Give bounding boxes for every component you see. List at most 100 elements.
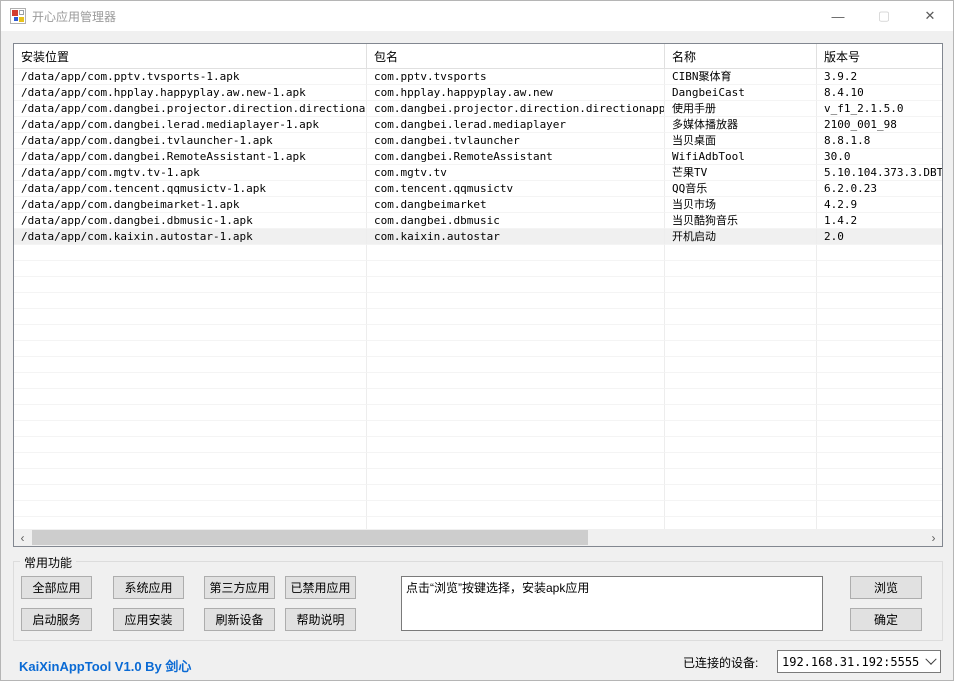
table-cell-version: [817, 389, 942, 405]
table-cell-path: /data/app/com.dangbei.lerad.mediaplayer-…: [14, 117, 367, 133]
app-table: 安装位置 包名 名称 版本号 /data/app/com.pptv.tvspor…: [13, 43, 943, 547]
titlebar: 开心应用管理器 — ▢ ✕: [1, 1, 953, 31]
scrollbar-thumb[interactable]: [32, 530, 588, 545]
table-row[interactable]: [14, 453, 942, 469]
table-cell-package: com.dangbei.projector.direction.directio…: [367, 101, 665, 117]
table-cell-version: 8.8.1.8: [817, 133, 942, 149]
table-row[interactable]: /data/app/com.pptv.tvsports-1.apkcom.ppt…: [14, 69, 942, 85]
ok-button[interactable]: 确定: [850, 608, 922, 631]
table-row[interactable]: [14, 261, 942, 277]
table-row[interactable]: [14, 357, 942, 373]
table-row[interactable]: [14, 277, 942, 293]
table-cell-path: [14, 261, 367, 277]
table-row[interactable]: /data/app/com.kaixin.autostar-1.apkcom.k…: [14, 229, 942, 245]
table-row[interactable]: [14, 501, 942, 517]
table-row[interactable]: /data/app/com.dangbeimarket-1.apkcom.dan…: [14, 197, 942, 213]
table-cell-name: [665, 405, 817, 421]
table-cell-path: [14, 485, 367, 501]
table-cell-path: [14, 309, 367, 325]
table-cell-name: 当贝酷狗音乐: [665, 213, 817, 229]
table-cell-package: [367, 293, 665, 309]
table-cell-package: [367, 325, 665, 341]
table-cell-version: [817, 373, 942, 389]
table-cell-version: [817, 437, 942, 453]
refresh-device-button[interactable]: 刷新设备: [204, 608, 275, 631]
table-row[interactable]: [14, 469, 942, 485]
table-row[interactable]: [14, 341, 942, 357]
table-cell-package: com.kaixin.autostar: [367, 229, 665, 245]
minimize-icon[interactable]: —: [815, 1, 861, 31]
device-address: 192.168.31.192:5555: [778, 655, 922, 669]
table-cell-name: [665, 245, 817, 261]
table-cell-name: [665, 277, 817, 293]
table-row[interactable]: /data/app/com.mgtv.tv-1.apkcom.mgtv.tv芒果…: [14, 165, 942, 181]
table-cell-path: [14, 357, 367, 373]
table-cell-path: [14, 501, 367, 517]
help-button[interactable]: 帮助说明: [285, 608, 356, 631]
disabled-apps-button[interactable]: 已禁用应用: [285, 576, 356, 599]
table-row[interactable]: [14, 485, 942, 501]
table-cell-version: [817, 453, 942, 469]
table-cell-path: /data/app/com.pptv.tvsports-1.apk: [14, 69, 367, 85]
table-row[interactable]: [14, 373, 942, 389]
table-cell-package: [367, 261, 665, 277]
scroll-right-icon[interactable]: ›: [925, 529, 942, 546]
start-service-button[interactable]: 启动服务: [21, 608, 92, 631]
table-cell-path: /data/app/com.mgtv.tv-1.apk: [14, 165, 367, 181]
table-cell-version: 30.0: [817, 149, 942, 165]
table-cell-path: [14, 277, 367, 293]
horizontal-scrollbar[interactable]: ‹ ›: [14, 529, 942, 546]
table-cell-name: [665, 341, 817, 357]
column-header-package[interactable]: 包名: [367, 44, 665, 69]
table-row[interactable]: [14, 309, 942, 325]
table-row[interactable]: [14, 325, 942, 341]
install-app-button[interactable]: 应用安装: [113, 608, 184, 631]
table-cell-name: [665, 325, 817, 341]
table-cell-name: 使用手册: [665, 101, 817, 117]
column-header-version[interactable]: 版本号: [817, 44, 942, 69]
close-icon[interactable]: ✕: [907, 1, 953, 31]
table-body: /data/app/com.pptv.tvsports-1.apkcom.ppt…: [14, 69, 942, 530]
scroll-left-icon[interactable]: ‹: [14, 529, 31, 546]
table-row[interactable]: /data/app/com.hpplay.happyplay.aw.new-1.…: [14, 85, 942, 101]
column-header-install-path[interactable]: 安装位置: [14, 44, 367, 69]
table-cell-version: [817, 405, 942, 421]
table-cell-package: com.dangbei.dbmusic: [367, 213, 665, 229]
table-cell-version: [817, 357, 942, 373]
table-cell-path: /data/app/com.dangbeimarket-1.apk: [14, 197, 367, 213]
table-cell-package: [367, 245, 665, 261]
table-row[interactable]: /data/app/com.dangbei.projector.directio…: [14, 101, 942, 117]
third-party-apps-button[interactable]: 第三方应用: [204, 576, 275, 599]
table-row[interactable]: /data/app/com.tencent.qqmusictv-1.apkcom…: [14, 181, 942, 197]
table-row[interactable]: /data/app/com.dangbei.RemoteAssistant-1.…: [14, 149, 942, 165]
table-row[interactable]: [14, 437, 942, 453]
table-row[interactable]: [14, 293, 942, 309]
table-cell-package: com.dangbei.RemoteAssistant: [367, 149, 665, 165]
table-row[interactable]: [14, 389, 942, 405]
table-cell-name: [665, 437, 817, 453]
table-cell-name: 当贝桌面: [665, 133, 817, 149]
browse-button[interactable]: 浏览: [850, 576, 922, 599]
all-apps-button[interactable]: 全部应用: [21, 576, 92, 599]
table-cell-version: [817, 421, 942, 437]
scrollbar-track[interactable]: [31, 529, 925, 546]
table-cell-version: [817, 485, 942, 501]
table-cell-path: [14, 245, 367, 261]
table-row[interactable]: /data/app/com.dangbei.tvlauncher-1.apkco…: [14, 133, 942, 149]
chevron-down-icon[interactable]: [922, 658, 940, 666]
table-row[interactable]: /data/app/com.dangbei.lerad.mediaplayer-…: [14, 117, 942, 133]
table-cell-version: [817, 261, 942, 277]
system-apps-button[interactable]: 系统应用: [113, 576, 184, 599]
table-cell-name: [665, 261, 817, 277]
device-combobox[interactable]: 192.168.31.192:5555: [777, 650, 941, 673]
maximize-icon[interactable]: ▢: [861, 1, 907, 31]
table-row[interactable]: /data/app/com.dangbei.dbmusic-1.apkcom.d…: [14, 213, 942, 229]
table-row[interactable]: [14, 421, 942, 437]
column-header-name[interactable]: 名称: [665, 44, 817, 69]
apk-path-textbox[interactable]: 点击“浏览”按键选择，安装apk应用: [401, 576, 823, 631]
app-version-text: KaiXinAppTool V1.0 By 剑心: [19, 656, 191, 675]
table-cell-path: [14, 405, 367, 421]
table-cell-package: [367, 501, 665, 517]
table-row[interactable]: [14, 245, 942, 261]
table-row[interactable]: [14, 405, 942, 421]
